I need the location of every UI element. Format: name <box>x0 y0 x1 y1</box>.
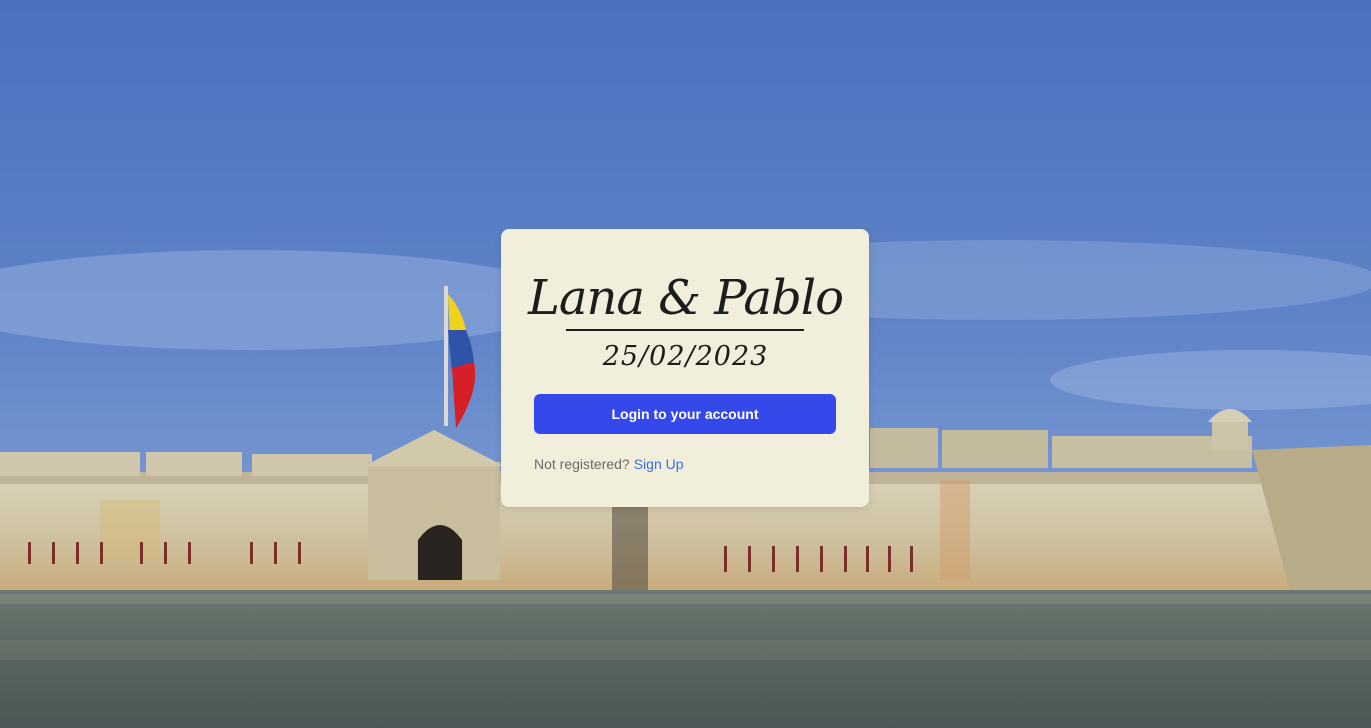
battlement <box>146 452 242 476</box>
battlement <box>0 452 140 476</box>
wall-stain <box>940 480 970 580</box>
battlement <box>870 428 938 468</box>
signup-row: Not registered? Sign Up <box>534 455 684 473</box>
gate-arch <box>418 525 462 580</box>
battlement <box>252 454 372 476</box>
signup-link[interactable]: Sign Up <box>634 456 684 472</box>
sentry-box <box>1212 420 1248 450</box>
login-button[interactable]: Login to your account <box>534 394 836 434</box>
wall-shadow <box>612 506 648 590</box>
wedding-date: 25/02/2023 <box>602 341 769 372</box>
water-highlight <box>0 594 1371 604</box>
wall-stain <box>100 500 160 560</box>
water-reflection <box>0 640 1371 660</box>
couple-names: Lana & Pablo <box>528 270 844 326</box>
names-underline <box>566 329 804 331</box>
battlement <box>942 430 1048 468</box>
not-registered-text: Not registered? <box>534 456 630 472</box>
